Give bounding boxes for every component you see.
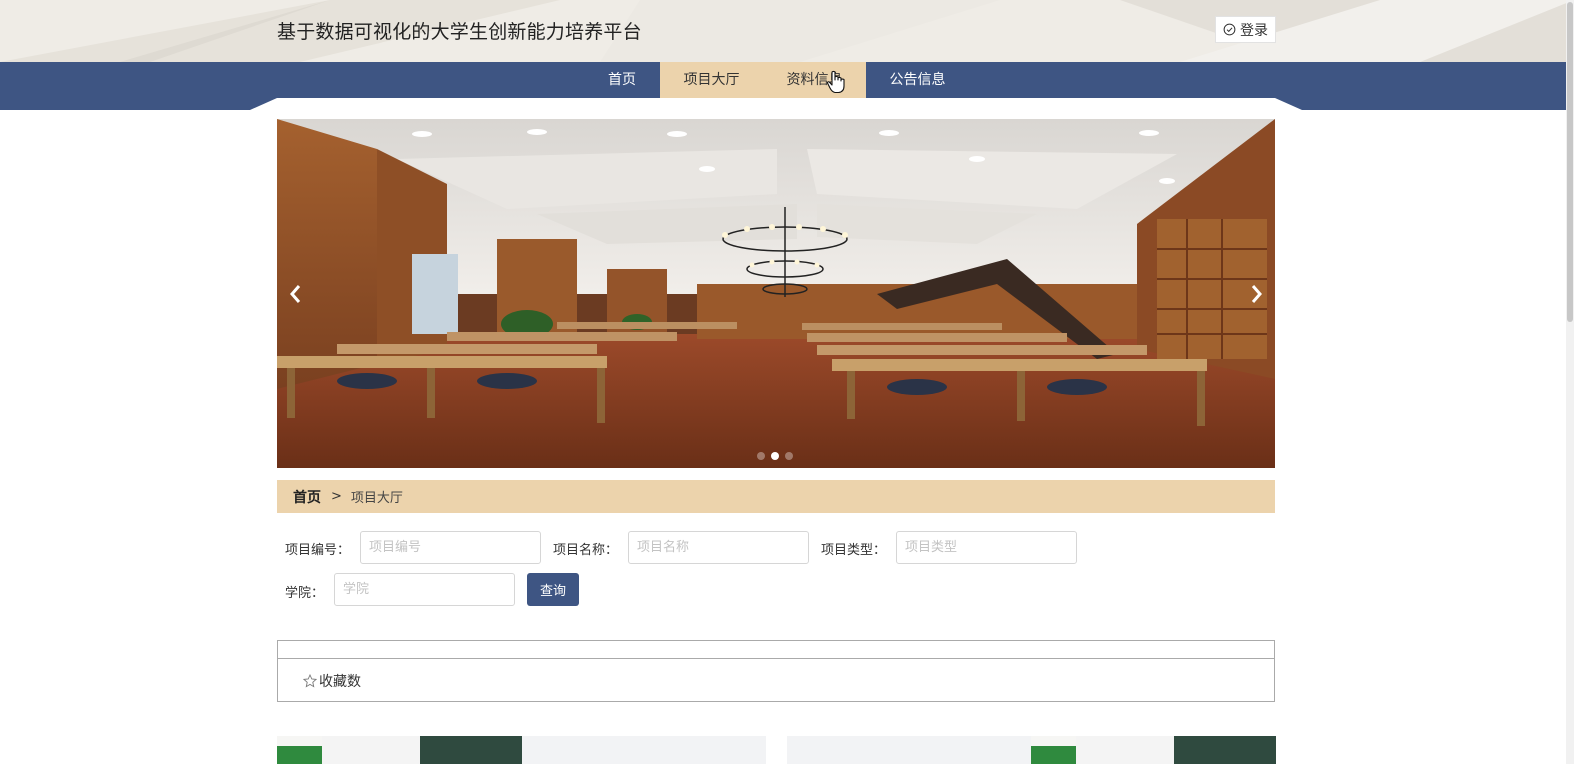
- login-button[interactable]: 登录: [1215, 16, 1276, 43]
- nav-item-materials[interactable]: 资料信息: [763, 62, 866, 98]
- carousel-dot-2[interactable]: [771, 452, 779, 460]
- project-card-image: [1031, 736, 1276, 764]
- carousel-next-button[interactable]: [1242, 279, 1272, 309]
- carousel-dot-3[interactable]: [785, 452, 793, 460]
- chevron-right-icon: [1251, 285, 1262, 303]
- banner-carousel[interactable]: [277, 119, 1275, 468]
- page-scrollbar[interactable]: [1566, 0, 1574, 764]
- search-button[interactable]: 查询: [527, 573, 579, 606]
- sort-panel-header: [278, 641, 1274, 659]
- sort-panel: 收藏数: [277, 640, 1275, 702]
- sort-favorites-label: 收藏数: [319, 674, 361, 690]
- site-title: 基于数据可视化的大学生创新能力培养平台: [277, 21, 642, 43]
- main-nav: 首页 项目大厅 资料信息 公告信息: [0, 62, 1574, 110]
- header-background: [0, 0, 1574, 62]
- project-type-input[interactable]: [896, 531, 1077, 564]
- carousel-slide-image: [277, 119, 1275, 468]
- sort-by-favorites[interactable]: 收藏数: [303, 671, 361, 691]
- project-name-input[interactable]: [628, 531, 809, 564]
- project-card-image: [277, 736, 522, 764]
- breadcrumb-separator: >: [331, 489, 342, 504]
- project-number-input[interactable]: [360, 531, 541, 564]
- site-header: 基于数据可视化的大学生创新能力培养平台 登录: [0, 0, 1574, 62]
- carousel-prev-button[interactable]: [280, 279, 310, 309]
- check-circle-icon: [1223, 23, 1236, 36]
- login-label: 登录: [1240, 22, 1268, 39]
- project-number-label: 项目编号：: [285, 543, 351, 558]
- project-name-label: 项目名称：: [553, 543, 619, 558]
- project-card[interactable]: [277, 736, 766, 764]
- college-label: 学院：: [285, 586, 325, 601]
- nav-item-home[interactable]: 首页: [584, 62, 660, 98]
- nav-item-announcements[interactable]: 公告信息: [866, 62, 969, 98]
- breadcrumb: 首页 > 项目大厅: [277, 480, 1275, 513]
- project-type-label: 项目类型：: [821, 543, 887, 558]
- breadcrumb-current: 项目大厅: [350, 491, 403, 506]
- breadcrumb-home-link[interactable]: 首页: [293, 487, 321, 507]
- nav-item-project-hall[interactable]: 项目大厅: [660, 62, 763, 98]
- chevron-left-icon: [290, 285, 301, 303]
- carousel-dot-1[interactable]: [757, 452, 765, 460]
- college-input[interactable]: [334, 573, 515, 606]
- carousel-indicators: [757, 452, 793, 460]
- star-icon: [303, 674, 317, 688]
- hand-cursor-icon: [826, 70, 845, 94]
- scrollbar-thumb[interactable]: [1567, 2, 1573, 322]
- project-card[interactable]: [787, 736, 1276, 764]
